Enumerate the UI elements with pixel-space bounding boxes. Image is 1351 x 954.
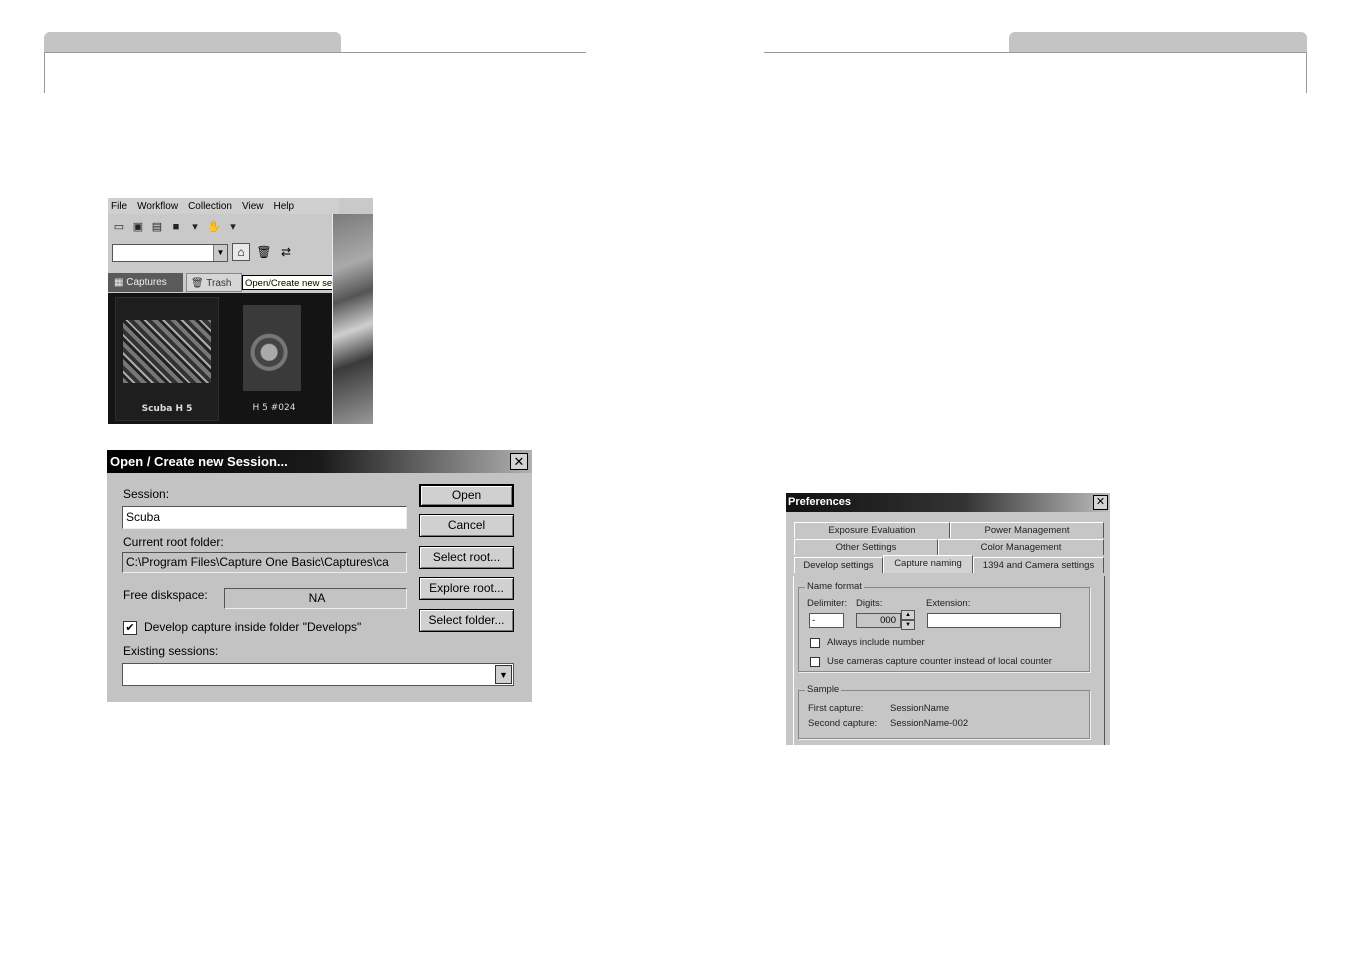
page-header-rule-right [764, 52, 1307, 53]
session-combo[interactable]: ▼ [112, 244, 228, 262]
session-dialog: Open / Create new Session... ✕ Session: … [107, 450, 532, 702]
batch-icon[interactable]: ▤ [150, 221, 164, 233]
digits-input[interactable]: 000 [856, 613, 901, 628]
sample-title: Sample [805, 684, 842, 695]
tab-trash[interactable]: 🗑 Trash [186, 273, 242, 292]
menu-help[interactable]: Help [273, 201, 294, 212]
session-toolbar: ⌂ 🗑 ⇄ [232, 242, 332, 262]
tab-exposure-evaluation[interactable]: Exposure Evaluation [794, 522, 950, 538]
root-folder-field: C:\Program Files\Capture One Basic\Captu… [122, 552, 407, 573]
captures-icon: ▦ [114, 277, 127, 288]
chevron-down-icon[interactable]: ▼ [213, 245, 227, 261]
select-root-button[interactable]: Select root... [419, 546, 514, 569]
use-camera-counter-label: Use cameras capture counter instead of l… [827, 656, 1052, 667]
dropdown-arrow-icon[interactable]: ▾ [226, 221, 240, 233]
always-include-number-label: Always include number [827, 637, 925, 648]
delimiter-label: Delimiter: [807, 598, 848, 609]
first-capture-value: SessionName [890, 703, 950, 714]
open-button[interactable]: Open [419, 484, 514, 507]
tab-captures-label: Captures [126, 277, 167, 288]
image-viewer [333, 214, 373, 424]
always-include-number-checkbox[interactable] [810, 638, 820, 648]
main-toolbar: ▭ ▣ ▤ ■ ▾ ✋ ▾ [108, 216, 340, 238]
tab-trash-label: Trash [206, 278, 232, 289]
develop-checkbox[interactable]: ✔ [123, 621, 137, 635]
digits-spinner[interactable]: ▲ ▼ [901, 610, 915, 631]
camera-icon[interactable]: ■ [169, 221, 183, 233]
preferences-title-bar: Preferences ✕ [786, 493, 1110, 512]
capture-one-window: File Workflow Collection View Help ▭ ▣ ▤… [108, 198, 373, 424]
name-format-group: Name format Delimiter: Digits: Extension… [798, 581, 1090, 672]
tab-captures[interactable]: ▦ Captures [108, 273, 183, 292]
tab-1394-camera-settings[interactable]: 1394 and Camera settings [973, 557, 1104, 573]
session-input[interactable]: Scuba [122, 506, 407, 529]
dropdown-arrow-icon[interactable]: ▾ [188, 221, 202, 233]
tab-color-management[interactable]: Color Management [938, 539, 1104, 555]
diskspace-label: Free diskspace: [123, 588, 208, 602]
page-header-tab-left [44, 32, 341, 53]
select-folder-button[interactable]: Select folder... [419, 609, 514, 632]
thumbnail-caption: Scuba H 5 [141, 404, 193, 414]
explore-root-button[interactable]: Explore root... [419, 577, 514, 600]
page-header-rule-left [44, 52, 586, 53]
preferences-dialog: Preferences ✕ Exposure Evaluation Power … [786, 493, 1110, 745]
extension-input[interactable] [927, 613, 1061, 628]
trash-icon: 🗑 [191, 278, 207, 289]
capture-naming-panel: Name format Delimiter: Digits: Extension… [793, 576, 1105, 745]
existing-sessions-label: Existing sessions: [123, 644, 219, 658]
name-format-title: Name format [805, 581, 864, 592]
first-capture-label: First capture: [808, 703, 864, 714]
session-label: Session: [123, 487, 170, 501]
second-capture-value: SessionName-002 [890, 718, 969, 729]
close-icon[interactable]: ✕ [1093, 495, 1108, 510]
open-session-icon[interactable]: ⌂ [232, 243, 250, 261]
menu-file[interactable]: File [111, 201, 127, 212]
page-margin-line-left [44, 52, 45, 93]
chevron-down-icon[interactable]: ▼ [901, 620, 915, 630]
hand-tool-icon[interactable]: ✋ [207, 221, 221, 233]
page-header-tab-right [1009, 32, 1307, 53]
checkmark-icon: ✔ [125, 622, 135, 634]
existing-sessions-select[interactable]: ▼ [122, 663, 514, 686]
thumbnail-scuba[interactable]: Scuba H 5 [115, 297, 219, 421]
dialog-title: Open / Create new Session... [110, 454, 288, 469]
thumbnail-caption: H 5 #024 [252, 403, 296, 413]
menu-workflow[interactable]: Workflow [137, 201, 178, 212]
root-folder-label: Current root folder: [123, 535, 224, 549]
page-margin-line-right [1306, 52, 1307, 93]
digits-label: Digits: [856, 598, 883, 609]
preferences-title: Preferences [788, 496, 851, 508]
chevron-up-icon[interactable]: ▲ [901, 610, 915, 620]
open-folder-icon[interactable]: ▭ [112, 221, 126, 233]
tab-power-management[interactable]: Power Management [950, 522, 1104, 538]
cancel-button[interactable]: Cancel [419, 514, 514, 537]
thumbnail-h5[interactable]: H 5 #024 [234, 297, 314, 419]
thumbnail-image [123, 320, 211, 383]
thumbnail-image [243, 305, 301, 391]
dialog-title-bar: Open / Create new Session... ✕ [107, 450, 532, 473]
extension-label: Extension: [926, 598, 971, 609]
menu-bar: File Workflow Collection View Help [108, 198, 339, 214]
sample-group: Sample First capture: SessionName Second… [798, 684, 1090, 739]
use-camera-counter-checkbox[interactable] [810, 657, 820, 667]
close-icon[interactable]: ✕ [510, 453, 528, 470]
tab-capture-naming[interactable]: Capture naming [883, 555, 973, 573]
develop-checkbox-label: Develop capture inside folder "Develops" [144, 620, 362, 634]
tab-develop-settings[interactable]: Develop settings [794, 557, 883, 573]
move-icon[interactable]: ⇄ [278, 244, 294, 260]
menu-collection[interactable]: Collection [188, 201, 232, 212]
second-capture-label: Second capture: [808, 718, 878, 729]
tab-other-settings[interactable]: Other Settings [794, 539, 938, 555]
delimiter-input[interactable]: - [809, 613, 844, 628]
chevron-down-icon[interactable]: ▼ [495, 665, 512, 684]
capture-icon[interactable]: ▣ [131, 221, 145, 233]
diskspace-field: NA [224, 588, 407, 609]
trash-icon[interactable]: 🗑 [256, 244, 272, 260]
menu-view[interactable]: View [242, 201, 264, 212]
